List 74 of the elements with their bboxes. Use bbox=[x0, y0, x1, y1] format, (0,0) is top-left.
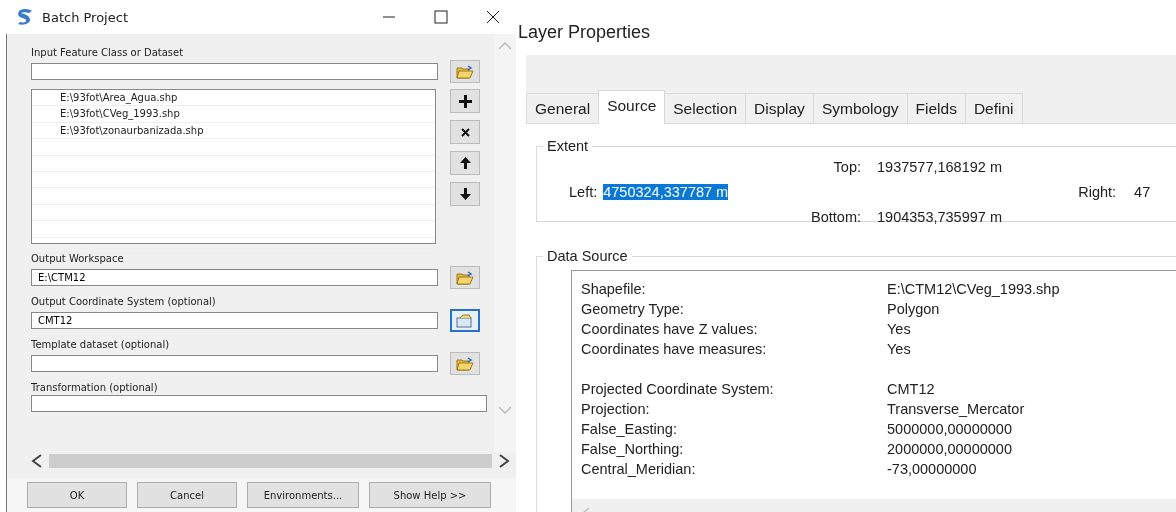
coordinate-system-button[interactable] bbox=[450, 309, 480, 332]
extent-value: 47 bbox=[1133, 183, 1151, 200]
property-label: Projected Coordinate System: bbox=[581, 380, 775, 399]
scroll-down-icon bbox=[498, 406, 512, 414]
show-help-button[interactable]: Show Help >> bbox=[369, 482, 491, 508]
group-title: Extent bbox=[546, 138, 590, 154]
move-up-button[interactable] bbox=[450, 151, 480, 175]
close-icon bbox=[484, 10, 502, 24]
remove-icon bbox=[460, 127, 470, 137]
field-label: Output Workspace bbox=[31, 252, 125, 266]
maximize-icon bbox=[432, 10, 450, 24]
extent-label: Right: bbox=[1078, 183, 1117, 200]
scroll-left-icon[interactable] bbox=[31, 454, 43, 468]
scroll-up-icon bbox=[498, 42, 512, 50]
browse-button[interactable] bbox=[450, 266, 480, 289]
extent-value: 1904353,735997 m bbox=[877, 208, 1002, 225]
horizontal-scrollbar[interactable] bbox=[49, 454, 492, 468]
property-value: -73,00000000 bbox=[887, 460, 978, 479]
extent-label: Left: bbox=[568, 183, 599, 200]
browse-button[interactable] bbox=[450, 60, 480, 83]
extent-value: 1937577,168192 m bbox=[877, 158, 1002, 175]
spatial-reference-icon bbox=[456, 313, 474, 328]
property-value: 5000000,00000000 bbox=[887, 420, 1013, 439]
tab[interactable]: General bbox=[526, 93, 600, 123]
property-label: False_Easting: bbox=[581, 420, 678, 439]
property-value: 2000000,00000000 bbox=[887, 440, 1013, 459]
input-field[interactable]: CMT12 bbox=[31, 312, 438, 329]
field-label: Template dataset (optional) bbox=[31, 338, 171, 352]
property-value: Polygon bbox=[887, 300, 941, 319]
down-arrow-icon bbox=[459, 188, 471, 200]
window-title: Batch Project bbox=[42, 9, 128, 25]
move-down-button[interactable] bbox=[450, 182, 480, 206]
input-field[interactable] bbox=[31, 355, 438, 372]
property-value: CMT12 bbox=[887, 380, 936, 399]
list-item[interactable]: E:\93fot\CVeg_1993.shp bbox=[32, 106, 435, 123]
property-label: Projection: bbox=[581, 400, 651, 419]
scroll-right-icon[interactable] bbox=[498, 454, 510, 468]
list-item[interactable]: E:\93fot\Area_Agua.shp bbox=[32, 90, 435, 107]
extent-value[interactable]: 4750324,337787 m bbox=[603, 183, 729, 200]
property-value: Yes bbox=[887, 340, 912, 359]
list-item[interactable]: E:\93fot\zonaurbanizada.shp bbox=[32, 122, 435, 140]
property-label: Central_Meridian: bbox=[581, 460, 697, 479]
group-title: Data Source bbox=[546, 248, 629, 264]
input-field[interactable] bbox=[31, 395, 487, 412]
extent-label: Top: bbox=[832, 158, 862, 175]
environments-button[interactable]: Environments... bbox=[247, 482, 359, 508]
remove-button[interactable] bbox=[450, 120, 480, 144]
folder-icon bbox=[456, 270, 474, 285]
property-label: Geometry Type: bbox=[581, 300, 685, 319]
property-value: Yes bbox=[887, 320, 912, 339]
property-value: Transverse_Mercator bbox=[887, 400, 1026, 419]
browse-button[interactable] bbox=[450, 352, 480, 375]
input-field[interactable] bbox=[31, 63, 438, 80]
add-button[interactable] bbox=[450, 89, 480, 113]
property-label: Coordinates have Z values: bbox=[581, 320, 759, 339]
vertical-scrollbar[interactable] bbox=[494, 34, 516, 452]
tab[interactable]: Defini bbox=[964, 93, 1023, 123]
extent-label: Bottom: bbox=[810, 208, 862, 225]
dialog-title: Layer Properties bbox=[517, 21, 652, 44]
folder-icon bbox=[456, 356, 474, 371]
plus-icon bbox=[458, 94, 472, 108]
up-arrow-icon bbox=[459, 157, 471, 169]
tab[interactable]: Source bbox=[598, 90, 666, 124]
cancel-button[interactable]: Cancel bbox=[137, 482, 237, 508]
field-label: Transformation (optional) bbox=[31, 381, 159, 395]
field-label: Output Coordinate System (optional) bbox=[31, 295, 217, 309]
property-label: Shapefile: bbox=[581, 280, 647, 299]
input-field[interactable]: E:\CTM12 bbox=[31, 269, 438, 286]
field-label: Input Feature Class or Dataset bbox=[31, 46, 185, 60]
property-label: False_Northing: bbox=[581, 440, 685, 459]
property-value: E:\CTM12\CVeg_1993.shp bbox=[887, 280, 1061, 299]
property-label: Coordinates have measures: bbox=[581, 340, 768, 359]
folder-icon bbox=[456, 64, 474, 79]
ok-button[interactable]: OK bbox=[27, 482, 127, 508]
